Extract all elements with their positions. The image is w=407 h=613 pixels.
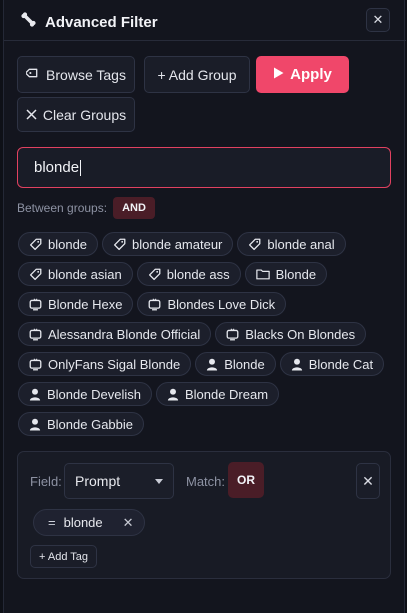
play-icon <box>273 66 284 83</box>
tv-icon <box>29 327 42 341</box>
tag-icon <box>148 268 161 281</box>
remove-condition-button[interactable]: ✕ <box>123 515 134 531</box>
suggestion-chip[interactable]: Blonde <box>195 352 276 376</box>
between-groups-row: Between groups: AND <box>17 197 155 219</box>
suggestion-label: blonde asian <box>48 266 122 282</box>
apply-button[interactable]: Apply <box>256 56 349 93</box>
suggestion-chip[interactable]: blonde asian <box>18 262 133 286</box>
folder-icon <box>255 268 270 280</box>
tag-icon <box>113 238 126 251</box>
close-button[interactable]: ✕ <box>366 8 390 32</box>
suggestion-chip[interactable]: Blonde <box>244 262 328 286</box>
suggestion-label: Blonde Dream <box>184 386 269 402</box>
add-group-label: + Add Group <box>157 66 237 83</box>
person-icon <box>206 358 218 371</box>
suggestion-chip[interactable]: blonde ass <box>136 262 241 286</box>
suggestion-chip[interactable]: blonde anal <box>237 232 346 256</box>
clear-groups-button[interactable]: Clear Groups <box>17 97 135 132</box>
suggestion-label: Blonde <box>275 266 317 282</box>
between-groups-mode[interactable]: AND <box>113 197 155 219</box>
suggestion-chip[interactable]: Blonde Dream <box>155 382 280 406</box>
person-icon <box>167 388 179 401</box>
filter-group: Field: Prompt Match: OR ✕ = blonde ✕ + A… <box>17 451 391 579</box>
condition-chip: = blonde ✕ <box>33 509 145 536</box>
suggestion-chip[interactable]: blonde amateur <box>102 232 234 256</box>
field-select-value: Prompt <box>75 473 121 489</box>
tv-icon <box>29 297 42 311</box>
between-groups-label: Between groups: <box>17 201 108 215</box>
tag-icon <box>29 238 42 251</box>
search-value: blonde <box>34 159 80 176</box>
clear-groups-label: Clear Groups <box>42 106 127 123</box>
suggestion-label: Blonde Cat <box>308 356 374 372</box>
suggestion-label: Blonde Develish <box>47 386 141 402</box>
close-icon <box>26 107 37 123</box>
suggestion-chip[interactable]: Blacks On Blondes <box>215 322 367 346</box>
browse-tags-button[interactable]: Browse Tags <box>17 56 135 93</box>
suggestion-label: blonde amateur <box>132 236 223 252</box>
remove-group-button[interactable]: ✕ <box>356 463 380 499</box>
suggestion-label: Blonde Hexe <box>48 296 123 312</box>
suggestion-chip[interactable]: Blonde Gabbie <box>18 412 145 436</box>
add-tag-button[interactable]: + Add Tag <box>30 545 98 568</box>
advanced-filter-panel: Advanced Filter ✕ Browse Tags + Add Grou… <box>3 0 406 613</box>
panel-header: Advanced Filter ✕ <box>4 0 406 41</box>
suggestion-chip[interactable]: Blonde Hexe <box>18 292 134 316</box>
suggestion-label: Alessandra Blonde Official <box>48 326 201 342</box>
close-icon: ✕ <box>372 12 384 27</box>
field-select[interactable]: Prompt <box>64 463 174 499</box>
suggestion-label: Blonde Gabbie <box>47 416 134 432</box>
suggestion-chip[interactable]: blonde <box>18 232 99 256</box>
suggestion-chip[interactable]: Blonde Cat <box>279 352 385 376</box>
chevron-down-icon <box>155 478 163 484</box>
person-icon <box>29 418 41 431</box>
suggestion-label: Blondes Love Dick <box>167 296 276 312</box>
person-icon <box>29 388 41 401</box>
tv-icon <box>29 357 42 371</box>
suggestion-label: blonde ass <box>166 266 230 282</box>
browse-tags-label: Browse Tags <box>46 66 126 83</box>
suggestion-chip[interactable]: Blondes Love Dick <box>137 292 287 316</box>
suggestion-chip[interactable]: OnlyFans Sigal Blonde <box>18 352 192 376</box>
add-group-button[interactable]: + Add Group <box>144 56 250 93</box>
match-mode-toggle[interactable]: OR <box>228 462 264 498</box>
match-label: Match: <box>186 474 226 489</box>
tag-icon <box>29 268 42 281</box>
suggestion-label: blonde anal <box>267 236 335 252</box>
suggestion-label: blonde <box>48 236 88 252</box>
suggestion-label: Blonde <box>224 356 265 372</box>
tag-icon <box>24 66 40 83</box>
person-icon <box>291 358 303 371</box>
tag-icon <box>248 238 261 251</box>
condition-value: blonde <box>63 515 103 530</box>
search-input[interactable]: blonde <box>17 147 391 188</box>
suggestion-label: OnlyFans Sigal Blonde <box>48 356 181 372</box>
suggestion-chip[interactable]: Alessandra Blonde Official <box>18 322 212 346</box>
condition-operator: = <box>48 515 56 530</box>
bone-icon <box>20 11 37 33</box>
text-caret <box>80 159 82 176</box>
panel-title: Advanced Filter <box>45 13 158 31</box>
suggestion-label: Blacks On Blondes <box>245 326 356 342</box>
suggestion-list: blonde blonde amateur blonde anal blonde as… <box>18 232 396 436</box>
close-icon: ✕ <box>362 472 374 489</box>
tv-icon <box>148 297 161 311</box>
panel-title-group: Advanced Filter <box>20 11 158 33</box>
suggestion-chip[interactable]: Blonde Develish <box>18 382 152 406</box>
apply-label: Apply <box>290 66 332 83</box>
field-label: Field: <box>30 474 62 489</box>
tv-icon <box>226 327 239 341</box>
